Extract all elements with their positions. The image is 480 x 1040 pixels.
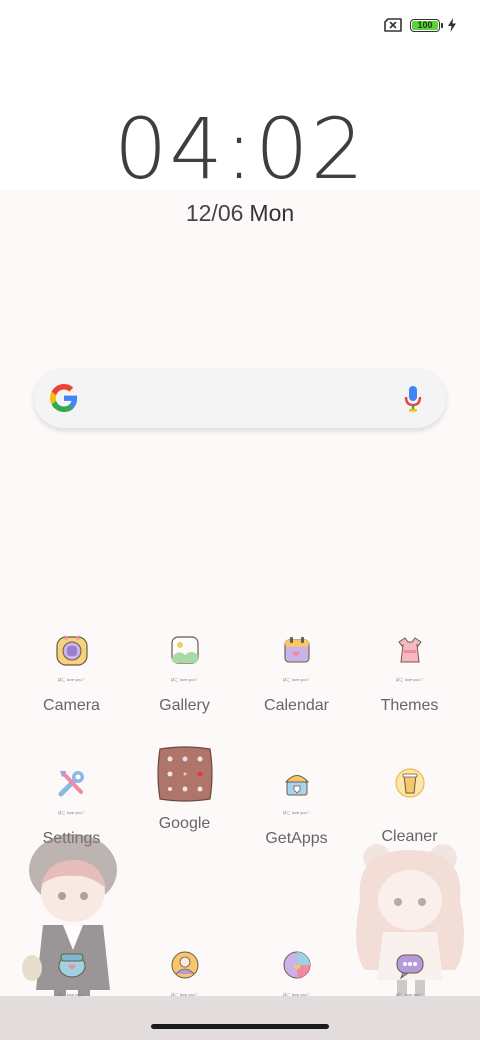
app-label: Themes	[380, 697, 439, 714]
app-label: GetApps	[265, 830, 328, 847]
google-folder-icon	[156, 745, 214, 803]
battery-icon: 100	[410, 18, 443, 32]
google-logo-icon	[50, 384, 78, 412]
app-label: Camera	[43, 697, 100, 714]
app-google-folder[interactable]: Google	[128, 745, 241, 833]
dock-messages[interactable]: ぼこ love you♡	[353, 940, 466, 998]
camera-icon: ぼこ love you♡	[47, 625, 97, 675]
home-gesture-handle[interactable]	[151, 1024, 329, 1029]
dock-phone[interactable]: ぼこ love you♡	[15, 940, 128, 998]
browser-icon	[272, 940, 322, 990]
dock-browser[interactable]: ぼこ love you♡	[240, 940, 353, 998]
icon-caption: ぼこ love you♡	[395, 677, 424, 682]
app-calendar[interactable]: ぼこ love you♡ Calendar	[240, 625, 353, 715]
phone-icon	[47, 940, 97, 990]
voice-search-mic-icon[interactable]	[404, 386, 422, 412]
cleaner-icon	[385, 758, 435, 808]
dock-contacts[interactable]: ぼこ love you♡	[128, 940, 241, 998]
app-cleaner[interactable]: Cleaner	[353, 758, 466, 846]
icon-caption: ぼこ love you♡	[57, 810, 86, 815]
no-sim-icon	[384, 18, 402, 32]
app-label: Gallery	[159, 697, 210, 714]
icon-caption: ぼこ love you♡	[282, 677, 311, 682]
themes-dress-icon	[385, 625, 435, 675]
app-themes[interactable]: ぼこ love you♡ Themes	[353, 625, 466, 715]
icon-caption: ぼこ love you♡	[170, 677, 199, 682]
settings-tools-icon	[47, 758, 97, 808]
calendar-icon	[272, 625, 322, 675]
app-label: Google	[158, 815, 211, 832]
app-camera[interactable]: ぼこ love you♡ ぼこ love you♡ Camera	[15, 625, 128, 715]
navigation-bar	[0, 996, 480, 1040]
google-search-bar[interactable]	[34, 368, 446, 428]
weekday-text: Mon	[249, 200, 295, 226]
contacts-icon	[160, 940, 210, 990]
date-widget[interactable]: 12/06 Mon	[0, 200, 480, 227]
status-bar: 100	[384, 18, 456, 32]
getapps-house-icon	[272, 758, 322, 808]
date-text: 12/06	[185, 200, 244, 226]
icon-caption: ぼこ love you♡	[57, 677, 86, 682]
gallery-icon	[160, 625, 210, 675]
app-getapps[interactable]: ぼこ love you♡ GetApps	[240, 758, 353, 848]
app-gallery[interactable]: ぼこ love you♡ Gallery	[128, 625, 241, 715]
app-label: Calendar	[264, 697, 329, 714]
charging-icon	[448, 18, 456, 32]
messages-icon	[385, 940, 435, 990]
clock-widget[interactable]: 04:02	[0, 100, 480, 198]
battery-level: 100	[417, 19, 433, 30]
icon-caption: ぼこ love you♡	[282, 810, 311, 815]
